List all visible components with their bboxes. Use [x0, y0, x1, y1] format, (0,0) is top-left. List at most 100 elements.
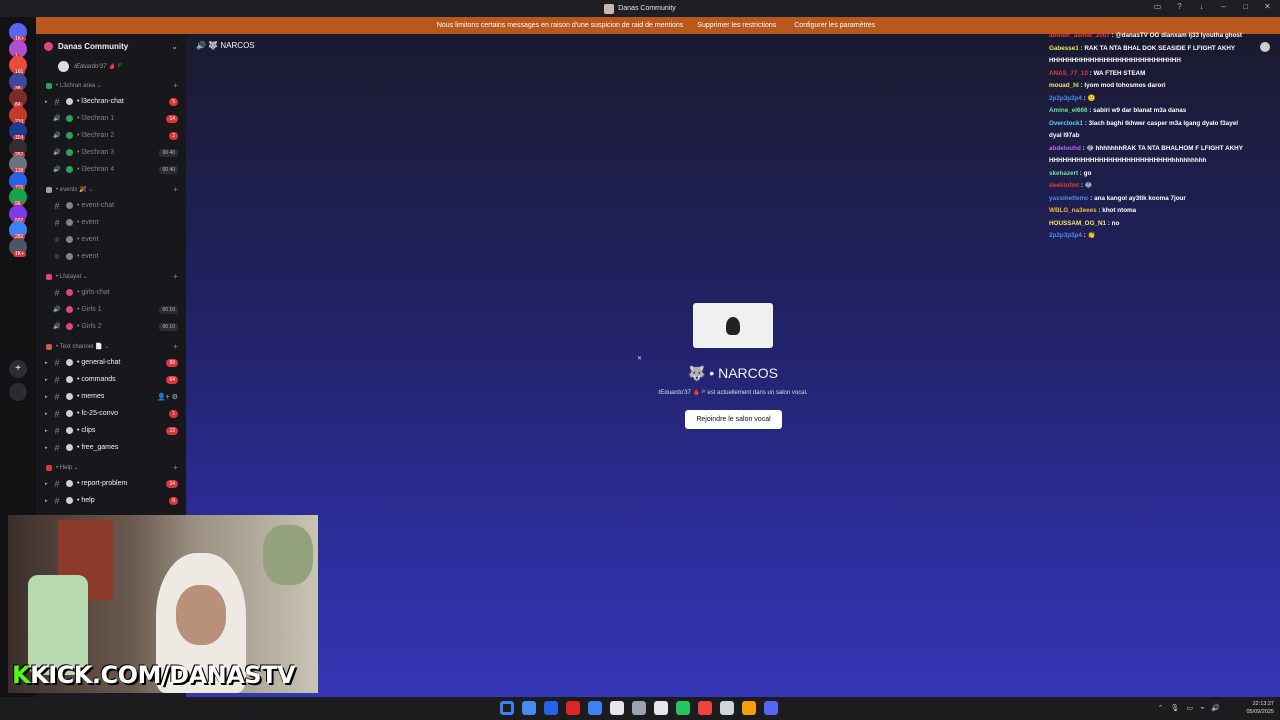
unread-badge: 14 — [166, 114, 178, 123]
download-icon[interactable]: ↓ — [1195, 2, 1208, 11]
speaker-icon: 🔊 — [53, 150, 61, 156]
taskbar-app-icon[interactable] — [500, 701, 514, 715]
chat-message: HOUSSAM_OG_N1 : no — [1049, 218, 1249, 231]
channel-help[interactable]: ▸ # • help 8 — [36, 492, 186, 509]
banner-message: Nous limitons certains messages en raiso… — [436, 22, 684, 29]
hashtag-icon: # — [54, 478, 60, 489]
network-icon[interactable]: ⌁ — [1200, 704, 1204, 712]
wolf-emoji-icon: 🐺 • — [687, 365, 719, 381]
category-emoji-icon — [46, 273, 52, 280]
category-emoji-icon — [46, 186, 52, 193]
channel-l3echran-1[interactable]: 🔊 • l3echran 1 14 — [36, 110, 186, 127]
add-channel-icon[interactable]: + — [173, 463, 178, 472]
channel-label: • l3echran-chat — [77, 98, 124, 105]
minimize-button[interactable]: – — [1217, 2, 1230, 11]
channel-free_games[interactable]: ▸ # • free_games — [36, 439, 186, 456]
monitor-icon[interactable]: ▭ — [1186, 704, 1193, 712]
voice-participant-card[interactable] — [693, 303, 773, 348]
channel-memes[interactable]: ▸ # • memes 👤+ ⚙ — [36, 388, 186, 405]
cursor-cross-icon: ✕ — [637, 356, 643, 362]
channel-fc-25-convo[interactable]: ▸ # • fc-25-convo 1 — [36, 405, 186, 422]
channel-emoji-icon — [66, 219, 73, 226]
add-channel-icon[interactable]: + — [173, 272, 178, 281]
chat-username: yassinetlemc — [1049, 194, 1089, 202]
chat-message: mouad_hl : lyom mod tohosmos darori — [1049, 80, 1249, 93]
server-header[interactable]: Danas Community ⌄ — [36, 34, 186, 58]
help-icon[interactable]: ? — [1173, 2, 1186, 11]
kick-url-text: KICK.COM/DANASTV — [30, 661, 296, 689]
channel-l3echran-3[interactable]: 🔊 • l3echran 3 00 40 — [36, 144, 186, 161]
taskbar-app-icon[interactable] — [522, 701, 536, 715]
speaker-icon: 🔊 — [53, 307, 61, 313]
configure-settings-button[interactable]: Configurer les paramètres — [790, 20, 879, 31]
remove-restrictions-button[interactable]: Supprimer les restrictions — [693, 20, 780, 31]
channel-emoji-icon — [66, 427, 73, 434]
channel-event[interactable]: ◎ • event — [36, 231, 186, 248]
channel-event[interactable]: ◎ • event — [36, 248, 186, 265]
chat-text: : khot ntoma — [1096, 207, 1137, 214]
chevron-down-icon[interactable]: ⌄ — [171, 42, 178, 51]
unread-badge: 64 — [166, 375, 178, 384]
voice-connected-user[interactable]: ℓEduardo'37 🩸 ³⁷ — [36, 58, 186, 74]
server-name: Danas Community — [58, 41, 129, 51]
volume-icon[interactable]: 🔊 — [1211, 704, 1220, 712]
join-voice-button[interactable]: Rejoindre le salon vocal — [685, 410, 782, 429]
chevron-up-icon[interactable]: ⌃ — [1158, 704, 1164, 712]
hashtag-icon: # — [54, 217, 60, 228]
channel-girls-1[interactable]: 🔊 • Girls 1 00 10 — [36, 301, 186, 318]
taskbar-clock[interactable]: 22:13:27 05/09/2025 — [1246, 700, 1274, 716]
channel-girls-chat[interactable]: # • girls-chat — [36, 284, 186, 301]
add-server-icon[interactable]: + — [9, 360, 27, 378]
channel-settings-icon[interactable]: 👤+ ⚙ — [157, 393, 178, 401]
taskbar-app-icon[interactable] — [720, 701, 734, 715]
category-header[interactable]: • events 🎉 ⌄ + — [36, 182, 186, 197]
channel-l3echran-2[interactable]: 🔊 • l3echran 2 2 — [36, 127, 186, 144]
category-header[interactable]: • L3chran area ⌄ + — [36, 78, 186, 93]
taskbar-app-icon[interactable] — [610, 701, 624, 715]
screen-share-icon[interactable]: ▭ — [1151, 2, 1164, 11]
taskbar-app-icon[interactable] — [698, 701, 712, 715]
taskbar-app-icon[interactable] — [742, 701, 756, 715]
chat-bubble-icon[interactable] — [1260, 42, 1270, 52]
voice-channel-status: ℓEduardo'37 🩸 ³⁷ est actuellement dans u… — [658, 390, 808, 396]
channel-label: • help — [77, 497, 95, 504]
channel-l3echran-chat[interactable]: ▸ # • l3echran-chat 5 — [36, 93, 186, 110]
channel-l3echran-4[interactable]: 🔊 • l3echran 4 00 40 — [36, 161, 186, 178]
taskbar-app-icon[interactable] — [676, 701, 690, 715]
add-channel-icon[interactable]: + — [173, 81, 178, 90]
channel-report-problem[interactable]: ▸ # • report-problem 34 — [36, 475, 186, 492]
taskbar-app-icon[interactable] — [654, 701, 668, 715]
channel-girls-2[interactable]: 🔊 • Girls 2 00 10 — [36, 318, 186, 335]
channel-label: • report-problem — [77, 480, 128, 487]
chat-username: WBLG_na3eees — [1049, 207, 1097, 214]
microphone-icon[interactable]: 🎙 — [1171, 704, 1180, 712]
taskbar-app-icon[interactable] — [544, 701, 558, 715]
hashtag-icon: # — [54, 408, 60, 419]
category-emoji-icon — [46, 343, 52, 350]
channel-emoji-icon — [66, 480, 73, 487]
close-button[interactable]: ✕ — [1261, 2, 1274, 11]
taskbar-app-icon[interactable] — [588, 701, 602, 715]
taskbar-app-icon[interactable] — [632, 701, 646, 715]
chat-username: skehazert — [1049, 169, 1079, 177]
channel-emoji-icon — [66, 497, 73, 504]
channel-emoji-icon — [66, 306, 73, 313]
category-header[interactable]: • Lfatayat ⌄ + — [36, 269, 186, 284]
channel-general-chat[interactable]: ▸ # • general-chat 99 — [36, 354, 186, 371]
channel-clips[interactable]: ▸ # • clips 12 — [36, 422, 186, 439]
taskbar-app-icon[interactable] — [566, 701, 580, 715]
category-header[interactable]: • Help ⌄ + — [36, 460, 186, 475]
taskbar-app-icon[interactable] — [764, 701, 778, 715]
server-avatar-icon — [604, 3, 615, 14]
channel-event[interactable]: # • event — [36, 214, 186, 231]
add-channel-icon[interactable]: + — [173, 342, 178, 351]
chat-message: abdelouhd : 😂 hhhhhhhRAK TA NTA BHALHOM … — [1049, 143, 1249, 168]
chat-text: : 😂 — [1079, 182, 1093, 189]
channel-event-chat[interactable]: # • event-chat — [36, 197, 186, 214]
chat-text: : go — [1078, 169, 1092, 177]
discover-icon[interactable] — [9, 383, 27, 401]
maximize-button[interactable]: □ — [1239, 2, 1252, 11]
add-channel-icon[interactable]: + — [173, 185, 178, 194]
category-header[interactable]: • Text channel 📄 ⌄ + — [36, 339, 186, 354]
channel-commands[interactable]: ▸ # • commands 64 — [36, 371, 186, 388]
